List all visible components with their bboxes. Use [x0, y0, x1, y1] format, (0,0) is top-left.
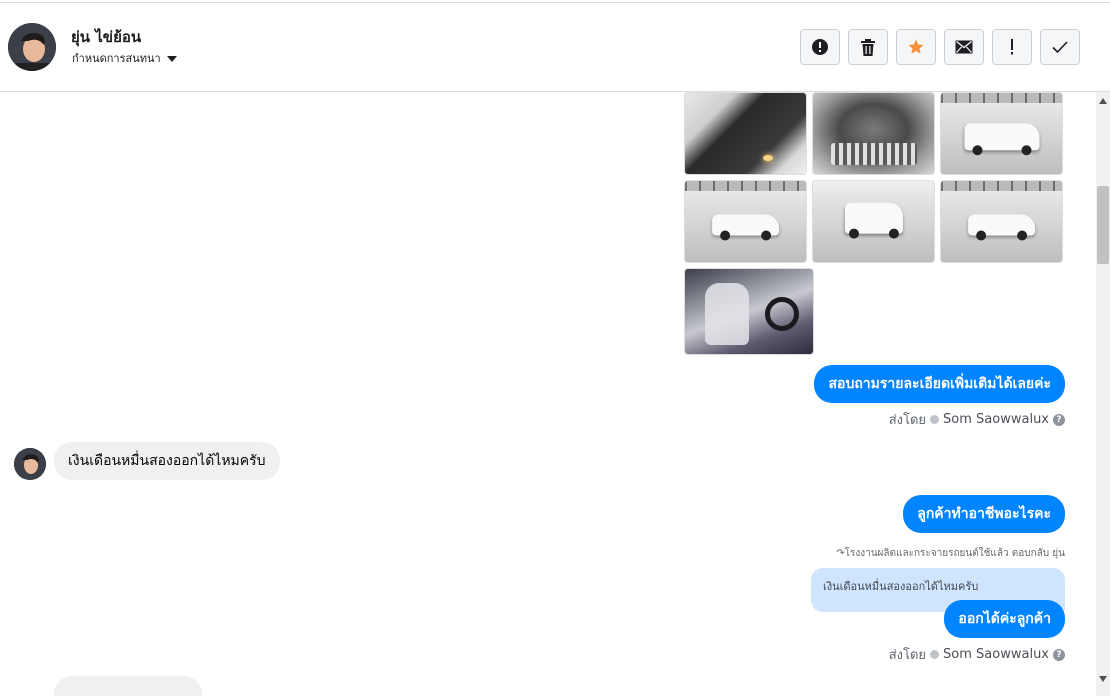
help-icon[interactable]: ? — [1053, 648, 1065, 661]
mark-unread-button[interactable] — [944, 29, 984, 65]
sent-by-agent[interactable]: Som Saowwalux — [943, 647, 1049, 662]
scroll-down-arrow-icon[interactable] — [1099, 676, 1107, 682]
photo-attachment[interactable] — [684, 268, 814, 355]
verified-icon — [930, 415, 940, 424]
delete-button[interactable] — [848, 29, 888, 65]
help-icon[interactable]: ? — [1053, 413, 1065, 426]
scrollbar-thumb[interactable] — [1097, 186, 1109, 264]
trash-icon — [861, 38, 875, 56]
mark-done-button[interactable] — [1040, 29, 1080, 65]
sent-by-prefix: ส่งโดย — [888, 413, 927, 428]
photo-attachment[interactable] — [940, 92, 1063, 175]
checkmark-icon — [1052, 41, 1068, 54]
sent-by-agent[interactable]: Som Saowwalux — [943, 412, 1049, 427]
contact-avatar-small[interactable] — [14, 448, 46, 480]
conversation-header: ยุ่น ไข่ย้อน กำหนดการสนทนา — [0, 3, 1110, 92]
mark-spam-button[interactable] — [992, 29, 1032, 65]
caret-down-icon — [166, 55, 177, 62]
thread-scrollbar[interactable] — [1096, 92, 1110, 696]
outgoing-message[interactable]: ลูกค้าทำอาชีพอะไรคะ — [903, 495, 1065, 533]
sent-by-prefix: ส่งโดย — [888, 648, 927, 663]
photo-attachment[interactable] — [684, 180, 807, 263]
reply-context-label: โรงงานผลิตและกระจายรถยนต์ใช้แล้ว ตอบกลับ… — [844, 548, 1065, 559]
contact-name[interactable]: ยุ่น ไข่ย้อน — [71, 25, 141, 49]
scroll-up-arrow-icon[interactable] — [1099, 98, 1107, 104]
outgoing-message[interactable]: สอบถามรายละเอียดเพิ่มเติมได้เลยค่ะ — [814, 365, 1065, 403]
assign-label: กำหนดการสนทนา — [72, 52, 161, 65]
report-button[interactable] — [800, 29, 840, 65]
envelope-icon — [955, 40, 973, 54]
verified-icon — [930, 650, 940, 659]
photo-attachment[interactable] — [812, 92, 935, 175]
star-button[interactable] — [896, 29, 936, 65]
assign-conversation-dropdown[interactable]: กำหนดการสนทนา — [72, 49, 177, 67]
outgoing-message[interactable]: ออกได้ค่ะลูกค้า — [944, 600, 1065, 638]
incoming-message[interactable]: เงินเดือนหมื่นสองออกได้ไหมครับ — [54, 442, 280, 480]
star-icon — [908, 39, 924, 54]
conversation-toolbar — [800, 29, 1080, 65]
photo-attachment[interactable] — [812, 180, 935, 263]
photo-attachment[interactable] — [684, 92, 807, 175]
message-thread: สอบถามรายละเอียดเพิ่มเติมได้เลยค่ะ ส่งโด… — [0, 92, 1096, 696]
contact-avatar[interactable] — [8, 23, 56, 71]
reply-context: ↷โรงงานผลิตและกระจายรถยนต์ใช้แล้ว ตอบกลั… — [836, 546, 1065, 561]
photo-attachment[interactable] — [940, 180, 1063, 263]
reply-arrow-icon: ↷ — [836, 548, 845, 559]
incoming-message-partial[interactable] — [54, 676, 202, 696]
alert-circle-icon — [812, 39, 828, 55]
exclamation-icon — [1011, 39, 1013, 55]
sent-by-label: ส่งโดย Som Saowwalux ? — [889, 409, 1065, 430]
sent-by-label: ส่งโดย Som Saowwalux ? — [889, 644, 1065, 665]
